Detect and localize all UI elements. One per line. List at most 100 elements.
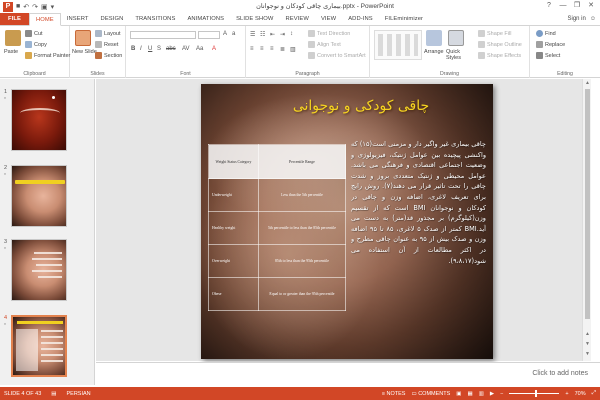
font-color-icon[interactable]: A: [212, 46, 216, 52]
columns-icon[interactable]: ▥: [290, 46, 296, 53]
current-slide[interactable]: چاقی کودکی و نوجوانی Weight Status Categ…: [201, 84, 493, 359]
slide-thumbnail-1[interactable]: [11, 89, 67, 151]
smiley-icon[interactable]: ☺: [590, 13, 596, 26]
text-direction-button[interactable]: Text Direction: [308, 30, 350, 37]
underline-icon[interactable]: U: [148, 46, 152, 52]
tab-home[interactable]: HOME: [28, 13, 61, 26]
fit-slide-icon[interactable]: ⤢: [592, 390, 596, 397]
align-left-icon[interactable]: ≡: [250, 46, 254, 52]
tab-review[interactable]: REVIEW: [280, 13, 315, 25]
prev-slide-icon[interactable]: ▲: [583, 331, 592, 337]
font-name-field[interactable]: [130, 31, 196, 39]
slide-thumbnail-4[interactable]: [11, 315, 67, 377]
paste-button[interactable]: Paste: [4, 49, 18, 55]
shape-effects-label: Shape Effects: [487, 52, 522, 59]
shapes-gallery[interactable]: [374, 30, 422, 60]
canvas-scrollbar[interactable]: ▲ ▲ ▼ ▼: [582, 79, 591, 361]
align-text-button[interactable]: Align Text: [308, 41, 341, 48]
undo-icon[interactable]: ↶: [23, 3, 29, 11]
scrollbar-thumb[interactable]: [585, 89, 590, 319]
slide-sorter-icon[interactable]: ▦: [468, 391, 473, 397]
tab-slide-show[interactable]: SLIDE SHOW: [230, 13, 279, 25]
increase-indent-icon[interactable]: ⇥: [280, 31, 285, 38]
tab-transitions[interactable]: TRANSITIONS: [129, 13, 181, 25]
align-right-icon[interactable]: ≡: [270, 46, 274, 52]
thumbnail-scrollbar[interactable]: [89, 79, 94, 385]
scroll-up-icon[interactable]: ▲: [583, 80, 592, 86]
zoom-in-icon[interactable]: +: [565, 391, 568, 397]
arrange-button[interactable]: Arrange: [424, 49, 444, 55]
notes-toggle-label: NOTES: [386, 390, 406, 397]
change-case-icon[interactable]: Aa: [196, 46, 203, 52]
justify-icon[interactable]: ≣: [280, 46, 285, 53]
normal-view-icon[interactable]: ▣: [456, 391, 461, 397]
next-slide-icon[interactable]: ▼: [583, 341, 592, 347]
shadow-icon[interactable]: S: [157, 46, 161, 52]
zoom-slider[interactable]: [509, 390, 560, 397]
zoom-slider-handle[interactable]: [535, 390, 538, 397]
redo-icon[interactable]: ↷: [32, 3, 38, 11]
reading-view-icon[interactable]: ▥: [479, 391, 484, 397]
reset-button[interactable]: Reset: [95, 41, 118, 48]
close-button[interactable]: ✕: [584, 0, 598, 12]
notes-pane[interactable]: Click to add notes: [96, 362, 600, 386]
slide-title[interactable]: چاقی کودکی و نوجوانی: [261, 98, 461, 114]
language-indicator[interactable]: PERSIAN: [67, 391, 91, 397]
bold-icon[interactable]: B: [131, 46, 135, 52]
tab-add-ins[interactable]: ADD-INS: [342, 13, 379, 25]
select-button[interactable]: Select: [536, 52, 560, 59]
restore-button[interactable]: ❐: [570, 0, 584, 12]
shape-effects-button[interactable]: Shape Effects: [478, 52, 521, 59]
bullets-icon[interactable]: ☰: [250, 31, 255, 38]
slide-thumbnail-2[interactable]: [11, 165, 67, 227]
shape-fill-button[interactable]: Shape Fill: [478, 30, 511, 37]
slide-thumbnail-3[interactable]: [11, 239, 67, 301]
quick-styles-button[interactable]: Quick Styles: [446, 49, 466, 61]
spellcheck-icon[interactable]: ▤: [51, 391, 56, 397]
tab-design[interactable]: DESIGN: [95, 13, 130, 25]
zoom-level[interactable]: 70%: [575, 391, 586, 397]
tab-insert[interactable]: INSERT: [61, 13, 95, 25]
present-icon[interactable]: ▣: [41, 3, 48, 11]
numbering-icon[interactable]: ☷: [260, 31, 265, 38]
replace-button[interactable]: Replace: [536, 41, 565, 48]
grow-font-icon[interactable]: A: [223, 31, 227, 37]
shrink-font-icon[interactable]: a: [232, 31, 235, 37]
minimize-button[interactable]: —: [556, 0, 570, 12]
weight-status-table[interactable]: Weight Status Category Percentile Range …: [208, 144, 347, 311]
sign-in-link[interactable]: Sign in: [568, 13, 586, 26]
comments-toggle[interactable]: ▭ COMMENTS: [411, 391, 450, 397]
thumb-image-1: [12, 90, 66, 150]
scroll-down-icon[interactable]: ▼: [583, 351, 592, 357]
tab-animations[interactable]: ANIMATIONS: [181, 13, 230, 25]
shape-outline-button[interactable]: Shape Outline: [478, 41, 522, 48]
slideshow-icon[interactable]: ▶: [490, 391, 494, 397]
help-button[interactable]: ?: [542, 0, 556, 12]
slide-thumbnail-pane: 1 * 2 * 3 * 4 *: [0, 79, 95, 385]
line-spacing-icon[interactable]: ↕: [290, 31, 293, 37]
slide-body-text[interactable]: چاقی بیماری غیر واگیر دار و مزمنی است(۱۵…: [351, 139, 486, 349]
italic-icon[interactable]: I: [140, 46, 142, 52]
new-slide-button[interactable]: New Slide: [72, 49, 97, 55]
tab-file[interactable]: FILE: [0, 13, 29, 25]
section-button[interactable]: Section: [95, 52, 122, 59]
spacing-icon[interactable]: AV: [182, 46, 190, 52]
font-size-field[interactable]: [198, 31, 220, 39]
tab-view[interactable]: VIEW: [315, 13, 342, 25]
notes-toggle[interactable]: ≡ NOTES: [382, 391, 406, 397]
smartart-button[interactable]: Convert to SmartArt: [308, 52, 366, 59]
tab-fileminimizer[interactable]: FILEminimizer: [379, 13, 429, 25]
layout-button[interactable]: Layout: [95, 30, 121, 37]
align-center-icon[interactable]: ≡: [260, 46, 264, 52]
reset-icon: [95, 41, 102, 48]
strikethrough-icon[interactable]: abc: [166, 46, 176, 52]
table-header-row: Weight Status Category Percentile Range: [208, 144, 347, 179]
zoom-out-icon[interactable]: −: [500, 391, 503, 397]
cut-button[interactable]: Cut: [25, 30, 43, 37]
customize-icon[interactable]: ▾: [51, 3, 55, 11]
format-painter-button[interactable]: Format Painter: [25, 52, 70, 59]
save-icon[interactable]: ■: [16, 3, 20, 10]
find-button[interactable]: Find: [536, 30, 556, 37]
copy-button[interactable]: Copy: [25, 41, 47, 48]
decrease-indent-icon[interactable]: ⇤: [270, 31, 275, 38]
